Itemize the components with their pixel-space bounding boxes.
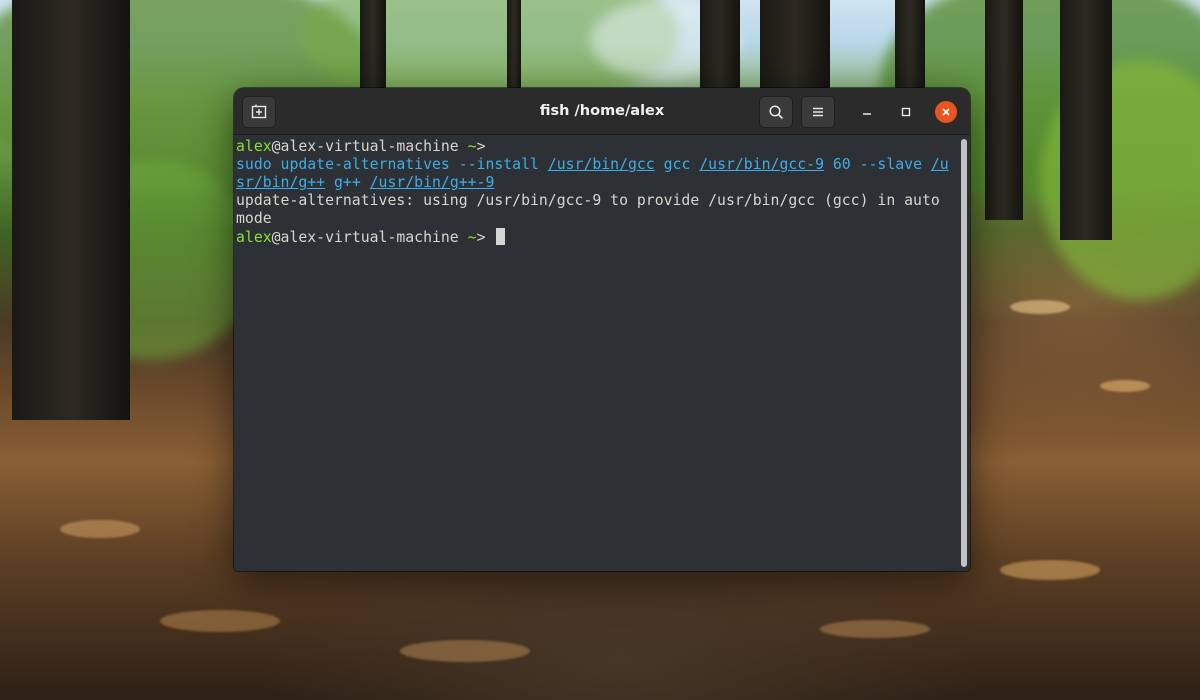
prompt-symbol: > bbox=[476, 138, 486, 155]
command-sudo: sudo bbox=[236, 156, 272, 173]
close-icon bbox=[942, 108, 950, 116]
prompt-line: alex@alex-virtual-machine ~> bbox=[236, 228, 506, 247]
command-path: /usr/bin/g++-9 bbox=[369, 174, 495, 191]
terminal-window[interactable]: fish /home/alex alex@alex-virtual-machin… bbox=[234, 88, 970, 571]
prompt-symbol: > bbox=[476, 229, 486, 246]
terminal-output-area[interactable]: alex@alex-virtual-machine ~> sudo update… bbox=[234, 135, 958, 571]
new-tab-icon bbox=[251, 104, 267, 119]
prompt-user: alex bbox=[236, 138, 272, 155]
scrollbar[interactable] bbox=[958, 135, 970, 571]
window-title: fish /home/alex bbox=[539, 103, 665, 119]
text-cursor bbox=[496, 228, 506, 245]
command-path: /usr/bin/gcc-9 bbox=[699, 156, 824, 173]
output-line-wrap: mode bbox=[236, 210, 272, 227]
command-text: g++ bbox=[325, 174, 370, 191]
hamburger-menu-icon bbox=[813, 107, 823, 117]
output-line: update-alternatives: using /usr/bin/gcc-… bbox=[236, 192, 940, 209]
maximize-icon bbox=[901, 107, 911, 117]
menu-button[interactable] bbox=[801, 96, 835, 128]
prompt-cwd: ~ bbox=[467, 229, 477, 246]
prompt-cwd: ~ bbox=[467, 138, 477, 155]
command-text: gcc bbox=[654, 156, 700, 173]
prompt-user: alex bbox=[236, 229, 272, 246]
close-button[interactable] bbox=[935, 101, 957, 123]
search-icon bbox=[769, 105, 784, 120]
minimize-icon bbox=[863, 113, 871, 115]
prompt-host: @alex-virtual-machine bbox=[271, 229, 459, 246]
titlebar[interactable]: fish /home/alex bbox=[234, 88, 970, 135]
command-line: sudo update-alternatives --install /usr/… bbox=[236, 156, 949, 174]
command-path: sr/bin/g++ bbox=[236, 174, 326, 191]
command-text: 60 --slave bbox=[823, 156, 931, 173]
maximize-button[interactable] bbox=[895, 101, 917, 123]
command-text: update-alternatives --install bbox=[271, 156, 548, 173]
command-path: /usr/bin/gcc bbox=[547, 156, 655, 173]
new-tab-button[interactable] bbox=[242, 96, 276, 128]
prompt-line: alex@alex-virtual-machine ~> bbox=[236, 138, 485, 156]
search-button[interactable] bbox=[759, 96, 793, 128]
scrollbar-thumb[interactable] bbox=[961, 139, 967, 567]
command-line-wrap: sr/bin/g++ g++ /usr/bin/g++-9 bbox=[236, 174, 494, 192]
command-path: /u bbox=[930, 156, 949, 173]
minimize-button[interactable] bbox=[856, 101, 878, 123]
prompt-host: @alex-virtual-machine bbox=[271, 138, 459, 155]
